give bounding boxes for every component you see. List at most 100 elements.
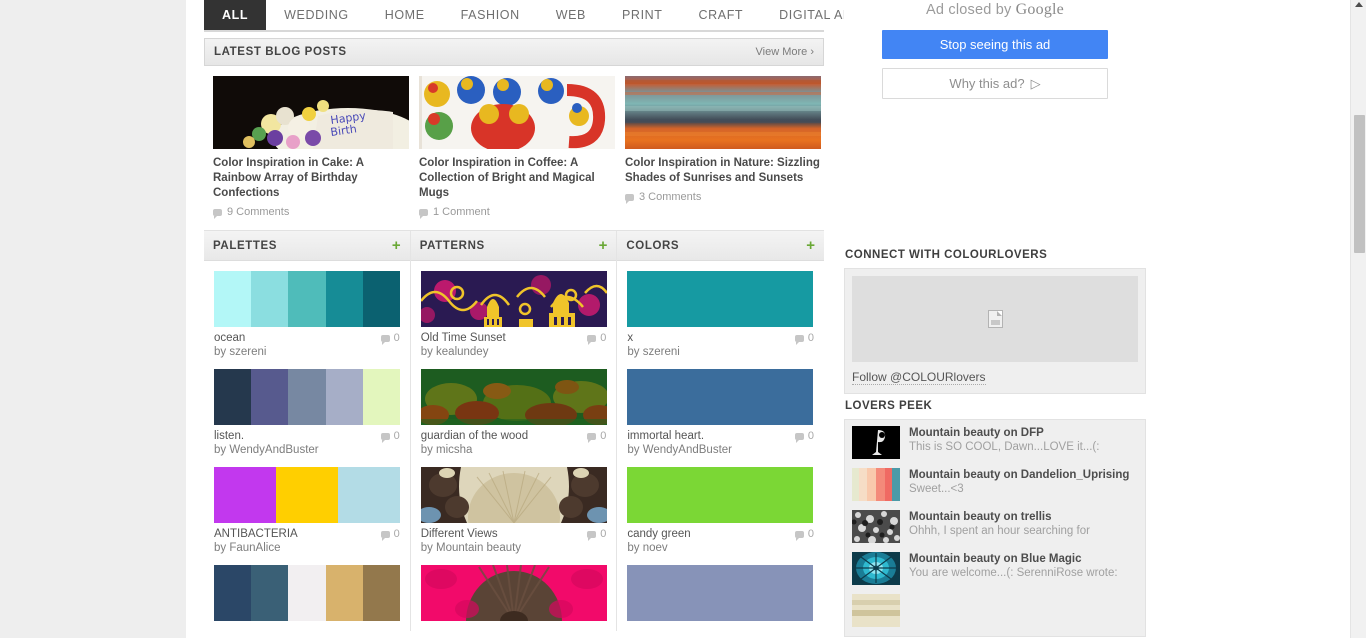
color-item[interactable] [627, 565, 814, 621]
blog-post-title: Color Inspiration in Nature: Sizzling Sh… [625, 157, 820, 184]
scrollbar-thumb[interactable] [1354, 115, 1365, 253]
why-this-ad-button[interactable]: Why this ad? ▷ [882, 68, 1108, 99]
pattern-comment-count: 0 [587, 429, 606, 443]
color-item[interactable]: x by szereni 0 [627, 271, 814, 359]
lovers-peek-title[interactable]: Mountain beauty on Dandelion_Uprising [909, 468, 1129, 482]
tab-home[interactable]: HOME [367, 0, 443, 30]
tab-wedding[interactable]: WEDDING [266, 0, 367, 30]
palette-comment-count: 0 [380, 429, 400, 443]
palette-swatch [325, 369, 363, 425]
color-author[interactable]: by noev [627, 541, 690, 555]
pattern-author[interactable]: by Mountain beauty [421, 541, 521, 555]
trellis-thumbnail[interactable] [852, 510, 900, 543]
color-name[interactable]: candy green [627, 527, 690, 541]
view-more-link[interactable]: View More › [756, 46, 814, 58]
palette-swatch [251, 271, 289, 327]
palette-swatches[interactable] [214, 369, 400, 425]
lovers-peek-title[interactable]: Mountain beauty on DFP [909, 426, 1099, 440]
tab-web[interactable]: WEB [538, 0, 604, 30]
pattern-list: Old Time Sunset by kealundey 0 guardian … [411, 261, 617, 621]
pattern-item[interactable]: Different Views by Mountain beauty 0 [420, 467, 607, 555]
dfp-thumbnail[interactable] [852, 426, 900, 459]
pattern-thumbnail-different-views[interactable] [420, 467, 607, 523]
tab-fashion[interactable]: FASHION [443, 0, 538, 30]
pattern-thumbnail-pink-burst[interactable] [420, 565, 607, 621]
color-meta: immortal heart. by WendyAndBuster 0 [627, 429, 814, 457]
add-palette-icon[interactable]: + [392, 238, 401, 253]
tab-print[interactable]: PRINT [604, 0, 681, 30]
lovers-peek-item[interactable]: Mountain beauty on trellis Ohhh, I spent… [852, 510, 1138, 552]
dandelion-uprising-thumbnail[interactable] [852, 468, 900, 501]
blog-post-card[interactable]: Color Inspiration in Coffee: A Collectio… [419, 76, 615, 219]
stop-seeing-this-ad-button[interactable]: Stop seeing this ad [882, 30, 1108, 59]
pattern-item[interactable]: Old Time Sunset by kealundey 0 [420, 271, 607, 359]
pattern-thumbnail-guardian-of-the-wood[interactable] [420, 369, 607, 425]
palette-item[interactable]: listen. by WendyAndBuster 0 [214, 369, 400, 457]
lovers-peek-body: Sweet...<3 [909, 483, 964, 495]
color-name[interactable]: x [627, 331, 679, 345]
palette-name[interactable]: ocean [214, 331, 266, 345]
pattern-author[interactable]: by micsha [421, 443, 528, 457]
color-author[interactable]: by szereni [627, 345, 679, 359]
palette-swatches[interactable] [214, 271, 400, 327]
mugs-photo-thumbnail[interactable] [419, 76, 615, 149]
palette-author[interactable]: by szereni [214, 345, 266, 359]
palette-swatch [276, 467, 338, 523]
lovers-peek-title[interactable]: Mountain beauty on trellis [909, 510, 1090, 524]
palette-swatches[interactable] [214, 565, 400, 621]
follow-colourlovers-link[interactable]: Follow @COLOURlovers [852, 370, 986, 385]
color-author[interactable]: by WendyAndBuster [627, 443, 732, 457]
add-color-icon[interactable]: + [806, 238, 815, 253]
palette-author[interactable]: by WendyAndBuster [214, 443, 319, 457]
pattern-name[interactable]: Different Views [421, 527, 521, 541]
color-name[interactable]: immortal heart. [627, 429, 732, 443]
blog-post-card[interactable]: Color Inspiration in Nature: Sizzling Sh… [625, 76, 821, 218]
color-comment-count: 0 [794, 527, 814, 541]
lovers-peek-item[interactable]: Mountain beauty on DFP This is SO COOL, … [852, 426, 1138, 468]
palette-name[interactable]: ANTIBACTERIA [214, 527, 298, 541]
pattern-thumbnail-old-time-sunset[interactable] [420, 271, 607, 327]
palette-swatch [362, 565, 400, 621]
color-swatch[interactable] [627, 271, 814, 327]
palette-swatches[interactable] [214, 467, 400, 523]
palette-item[interactable] [214, 565, 400, 621]
column-header-palettes: PALETTES + [204, 231, 410, 261]
pattern-item[interactable]: guardian of the wood by micsha 0 [420, 369, 607, 457]
tab-craft[interactable]: CRAFT [681, 0, 762, 30]
add-pattern-icon[interactable]: + [599, 238, 608, 253]
column-header-colors: COLORS + [617, 231, 824, 261]
category-tabs: ALL WEDDING HOME FASHION WEB PRINT CRAFT… [204, 0, 860, 32]
page-scrollbar[interactable] [1350, 0, 1366, 638]
lovers-peek-item[interactable]: Mountain beauty on Dandelion_Uprising Sw… [852, 468, 1138, 510]
main-content-column: ALL WEDDING HOME FASHION WEB PRINT CRAFT… [204, 0, 860, 631]
lovers-peek-title[interactable]: Mountain beauty on Blue Magic [909, 552, 1118, 566]
lovers-peek-item[interactable] [852, 594, 1138, 636]
pattern-name[interactable]: guardian of the wood [421, 429, 528, 443]
color-item[interactable]: candy green by noev 0 [627, 467, 814, 555]
tab-all[interactable]: ALL [204, 0, 267, 30]
pattern-name[interactable]: Old Time Sunset [421, 331, 506, 345]
color-item[interactable]: immortal heart. by WendyAndBuster 0 [627, 369, 814, 457]
lovers-peek-item[interactable]: Mountain beauty on Blue Magic You are we… [852, 552, 1138, 594]
cake-photo-thumbnail[interactable]: Happy Birth [213, 76, 409, 149]
palette-name[interactable]: listen. [214, 429, 319, 443]
color-swatch[interactable] [627, 565, 814, 621]
sunset-photo-thumbnail[interactable] [625, 76, 821, 149]
palette-swatch [337, 467, 400, 523]
pattern-item[interactable] [420, 565, 607, 621]
partial-thumbnail[interactable] [852, 594, 900, 627]
palette-author[interactable]: by FaunAlice [214, 541, 298, 555]
blue-magic-thumbnail[interactable] [852, 552, 900, 585]
palette-item[interactable]: ANTIBACTERIA by FaunAlice 0 [214, 467, 400, 555]
color-swatch[interactable] [627, 467, 814, 523]
comment-count-value: 0 [393, 528, 400, 540]
scroll-up-arrow-icon[interactable] [1355, 2, 1363, 7]
color-swatch[interactable] [627, 369, 814, 425]
blog-post-card[interactable]: Happy Birth Color Inspiration in Cake: A… [213, 76, 409, 219]
pattern-author[interactable]: by kealundey [421, 345, 506, 359]
palette-item[interactable]: ocean by szereni 0 [214, 271, 400, 359]
comment-count-value: 0 [807, 528, 814, 540]
lovers-peek-body: You are welcome...(: SerenniRose wrote: [909, 567, 1118, 579]
comment-count-value: 0 [600, 528, 607, 540]
color-comment-count: 0 [794, 429, 814, 443]
